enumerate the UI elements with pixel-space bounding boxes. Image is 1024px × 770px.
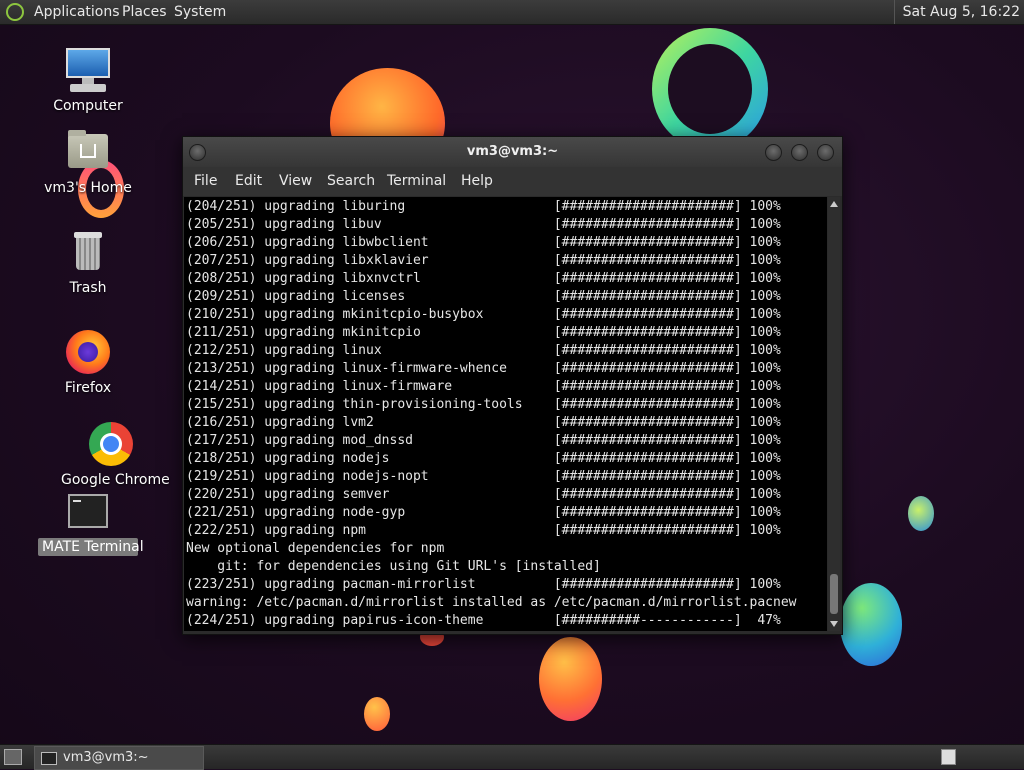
maximize-button[interactable] [791,144,808,161]
terminal-icon [64,494,112,534]
chrome-icon [87,420,135,468]
wallpaper-orange-egg [539,637,602,721]
desktop-icon-label: Computer [53,98,123,114]
menu-help[interactable]: Help [461,173,493,189]
firefox-icon [64,328,112,376]
scroll-up-arrow-icon[interactable] [830,201,838,207]
taskbar-item-terminal[interactable]: vm3@vm3:~ [34,746,204,770]
terminal-line: git: for dependencies using Git URL's [i… [186,559,601,574]
terminal-line: (214/251) upgrading linux-firmware [####… [186,379,781,394]
terminal-line: (215/251) upgrading thin-provisioning-to… [186,397,781,412]
terminal-scrollbar[interactable] [828,197,840,631]
terminal-line: warning: /etc/pacman.d/mirrorlist instal… [186,595,797,610]
desktop-icon-firefox[interactable]: Firefox [38,328,138,396]
terminal-line: (206/251) upgrading libwbclient [#######… [186,235,781,250]
scroll-down-arrow-icon[interactable] [830,621,838,627]
scroll-thumb[interactable] [830,574,838,614]
wallpaper-teal-blob [908,496,934,531]
show-desktop-icon[interactable] [4,749,22,765]
terminal-line: (219/251) upgrading nodejs-nopt [#######… [186,469,781,484]
menu-file[interactable]: File [194,173,217,189]
taskbar-item-label: vm3@vm3:~ [63,750,149,765]
places-menu[interactable]: Places [122,0,167,24]
wallpaper-small-orange [364,697,390,731]
terminal-line: (223/251) upgrading pacman-mirrorlist [#… [186,577,781,592]
clock[interactable]: Sat Aug 5, 16:22 [893,0,1020,24]
desktop-icon-mate-terminal[interactable]: MATE Terminal [38,494,144,556]
terminal-line: (218/251) upgrading nodejs [############… [186,451,781,466]
terminal-line: (209/251) upgrading licenses [##########… [186,289,781,304]
terminal-line: (207/251) upgrading libxklavier [#######… [186,253,781,268]
desktop-icon-label: Firefox [64,380,112,396]
terminal-line: New optional dependencies for npm [186,541,445,556]
menu-terminal[interactable]: Terminal [387,173,446,189]
terminal-line: (213/251) upgrading linux-firmware-whenc… [186,361,781,376]
workspace-switcher-icon[interactable] [941,749,956,765]
terminal-small-icon [41,752,57,765]
terminal-line: (204/251) upgrading liburing [##########… [186,199,781,214]
terminal-line: (212/251) upgrading linux [#############… [186,343,781,358]
terminal-line: (205/251) upgrading libuv [#############… [186,217,781,232]
desktop-icon-home[interactable]: vm3's Home [38,128,138,196]
top-panel: Applications Places System Sat Aug 5, 16… [0,0,1024,25]
terminal-line: (217/251) upgrading mod_dnssd [#########… [186,433,781,448]
computer-icon [64,46,112,94]
terminal-line: (216/251) upgrading lvm2 [##############… [186,415,781,430]
trash-icon [64,228,112,276]
wallpaper-blue-blob [840,583,902,666]
bottom-panel: vm3@vm3:~ [0,744,1024,770]
terminal-line: (220/251) upgrading semver [############… [186,487,781,502]
menu-search[interactable]: Search [327,173,375,189]
terminal-lines: (204/251) upgrading liburing [##########… [186,198,796,630]
terminal-line: (210/251) upgrading mkinitcpio-busybox [… [186,307,781,322]
desktop-icon-computer[interactable]: Computer [38,46,138,114]
window-titlebar[interactable]: vm3@vm3:~ [183,137,842,167]
terminal-line: (222/251) upgrading npm [###############… [186,523,781,538]
close-button[interactable] [817,144,834,161]
terminal-line: (211/251) upgrading mkinitcpio [########… [186,325,781,340]
wallpaper-green-ring [652,28,768,150]
system-menu[interactable]: System [174,0,226,24]
desktop-icon-label: MATE Terminal [38,538,144,556]
desktop-icon-label: Trash [69,280,107,296]
menu-view[interactable]: View [279,173,312,189]
minimize-button[interactable] [765,144,782,161]
desktop-icon-chrome[interactable]: Google Chrome [61,420,170,488]
menu-edit[interactable]: Edit [235,173,262,189]
applications-menu[interactable]: Applications [34,0,120,24]
desktop-icon-label: Google Chrome [61,472,170,488]
desktop-icon-label: vm3's Home [44,180,132,196]
terminal-output[interactable]: (204/251) upgrading liburing [##########… [184,197,827,631]
home-folder-icon [64,128,112,176]
mate-logo-icon[interactable] [6,3,24,21]
terminal-line: (221/251) upgrading node-gyp [##########… [186,505,781,520]
window-title: vm3@vm3:~ [466,144,559,159]
terminal-window[interactable]: vm3@vm3:~ File Edit View Search Terminal… [182,136,843,635]
desktop-icon-trash[interactable]: Trash [38,228,138,296]
terminal-line: (208/251) upgrading libxnvctrl [########… [186,271,781,286]
terminal-line: (224/251) upgrading papirus-icon-theme [… [186,613,781,628]
terminal-menubar: File Edit View Search Terminal Help [183,167,842,196]
